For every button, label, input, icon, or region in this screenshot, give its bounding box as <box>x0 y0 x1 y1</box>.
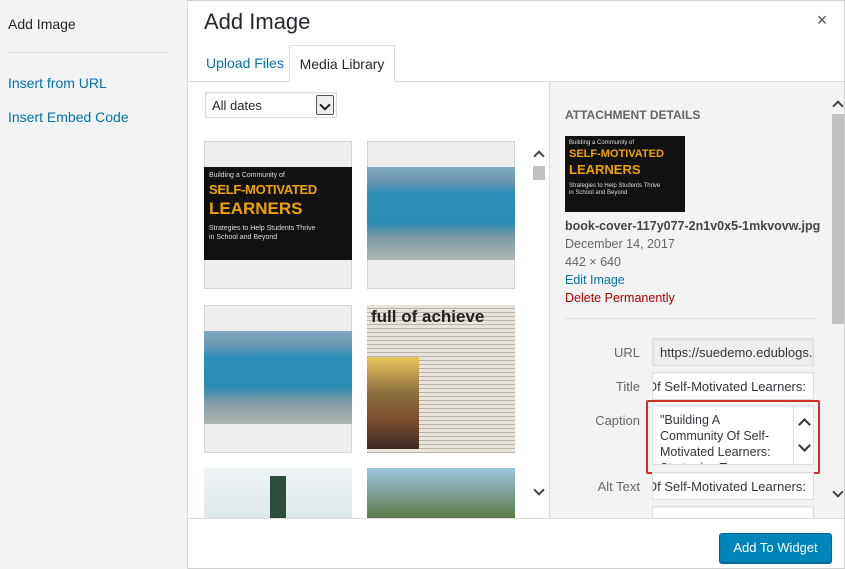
newspaper-headline: full of achieve <box>371 307 485 326</box>
book-cover-image: Building a Community of SELF-MOTIVATED L… <box>204 167 352 260</box>
scroll-up-icon[interactable] <box>830 96 845 112</box>
caption-label: Caption <box>595 413 640 428</box>
tree-image <box>367 468 515 518</box>
attachment-thumbnail-newspaper[interactable]: full of achieve <box>367 305 515 453</box>
caption-textarea[interactable]: "Building A Community Of Self-Motivated … <box>652 405 794 465</box>
cover-line: Building a Community of <box>569 140 635 146</box>
scrollbar-thumb[interactable] <box>832 114 844 324</box>
menu-title: Add Image <box>8 16 76 32</box>
details-separator <box>565 318 815 319</box>
cover-line: SELF-MOTIVATED <box>569 148 664 160</box>
attachment-thumbnail-harbor[interactable] <box>367 141 515 289</box>
title-label: Title <box>615 379 640 394</box>
tab-media-library[interactable]: Media Library <box>289 45 395 82</box>
chevron-down-icon[interactable] <box>316 95 334 115</box>
delete-permanently-link[interactable]: Delete Permanently <box>565 291 675 305</box>
scroll-up-icon[interactable] <box>796 414 812 430</box>
media-menu: Add Image Insert from URL Insert Embed C… <box>0 0 188 569</box>
attachment-thumbnail-tower[interactable] <box>204 468 352 518</box>
menu-separator <box>8 52 168 53</box>
scroll-up-icon[interactable] <box>531 146 547 162</box>
attachment-thumbnail-book-cover[interactable]: Building a Community of SELF-MOTIVATED L… <box>204 141 352 289</box>
attachment-preview-image: Building a Community of SELF-MOTIVATED L… <box>565 136 685 212</box>
cover-line: Building a Community of <box>209 172 285 179</box>
scroll-down-icon[interactable] <box>830 486 845 502</box>
date-filter-value: All dates <box>212 98 262 113</box>
harbor-image <box>204 331 352 424</box>
cover-line: Strategies to Help Students Thrive <box>569 183 661 189</box>
alt-text-field[interactable]: Building A Community Of Self-Motivated L… <box>652 472 814 500</box>
cover-line: in School and Beyond <box>209 234 278 241</box>
cover-line: SELF-MOTIVATED <box>209 182 317 197</box>
scroll-down-icon[interactable] <box>796 440 812 456</box>
add-to-widget-button[interactable]: Add To Widget <box>719 533 832 563</box>
date-filter-select[interactable]: All dates <box>205 92 337 118</box>
attachment-thumbnail-tree[interactable] <box>367 468 515 518</box>
caption-scrollbar[interactable] <box>794 405 814 465</box>
url-field[interactable]: https://suedemo.edublogs.o <box>652 338 814 366</box>
cover-line: LEARNERS <box>209 199 303 218</box>
scrollbar-thumb[interactable] <box>533 166 545 180</box>
attachments-scrollbar[interactable] <box>531 146 547 500</box>
attachment-dimensions: 442 × 640 <box>565 255 621 269</box>
insert-embed-code-link[interactable]: Insert Embed Code <box>8 109 129 125</box>
cover-line: in School and Beyond <box>569 190 628 196</box>
attachment-filename: book-cover-117y077-2n1v0x5-1mkvovw.jpg <box>565 219 821 233</box>
url-label: URL <box>613 345 640 360</box>
page-title: Add Image <box>204 9 311 34</box>
tab-upload-files[interactable]: Upload Files <box>196 45 294 82</box>
insert-from-url-link[interactable]: Insert from URL <box>8 75 107 91</box>
attachment-thumbnail-harbor-2[interactable] <box>204 305 352 453</box>
cover-line: LEARNERS <box>569 162 641 177</box>
sidebar-scrollbar[interactable] <box>830 96 845 508</box>
url-value: https://suedemo.edublogs.o <box>660 345 814 360</box>
edit-image-link[interactable]: Edit Image <box>565 273 625 287</box>
cover-line: Strategies to Help Students Thrive <box>209 225 316 232</box>
attachment-date: December 14, 2017 <box>565 237 675 251</box>
alt-text-label: Alt Text <box>597 479 640 494</box>
title-field[interactable]: Building A Community Of Self-Motivated L… <box>652 372 814 400</box>
scroll-down-icon[interactable] <box>531 484 547 500</box>
harbor-image <box>367 167 515 260</box>
close-icon[interactable]: × <box>812 10 832 30</box>
alt-text-value: Building A Community Of Self-Motivated L… <box>653 479 806 494</box>
title-value: Building A Community Of Self-Motivated L… <box>653 379 806 394</box>
cover-subtitle: Strategies to Help Students Thrive in Sc… <box>569 183 660 197</box>
attachment-details-heading: Attachment Details <box>565 108 701 122</box>
newspaper-image: full of achieve <box>367 305 515 453</box>
cover-subtitle: Strategies to Help Students Thrive in Sc… <box>209 224 315 242</box>
newspaper-photo <box>367 357 419 449</box>
tower-image <box>204 468 352 518</box>
